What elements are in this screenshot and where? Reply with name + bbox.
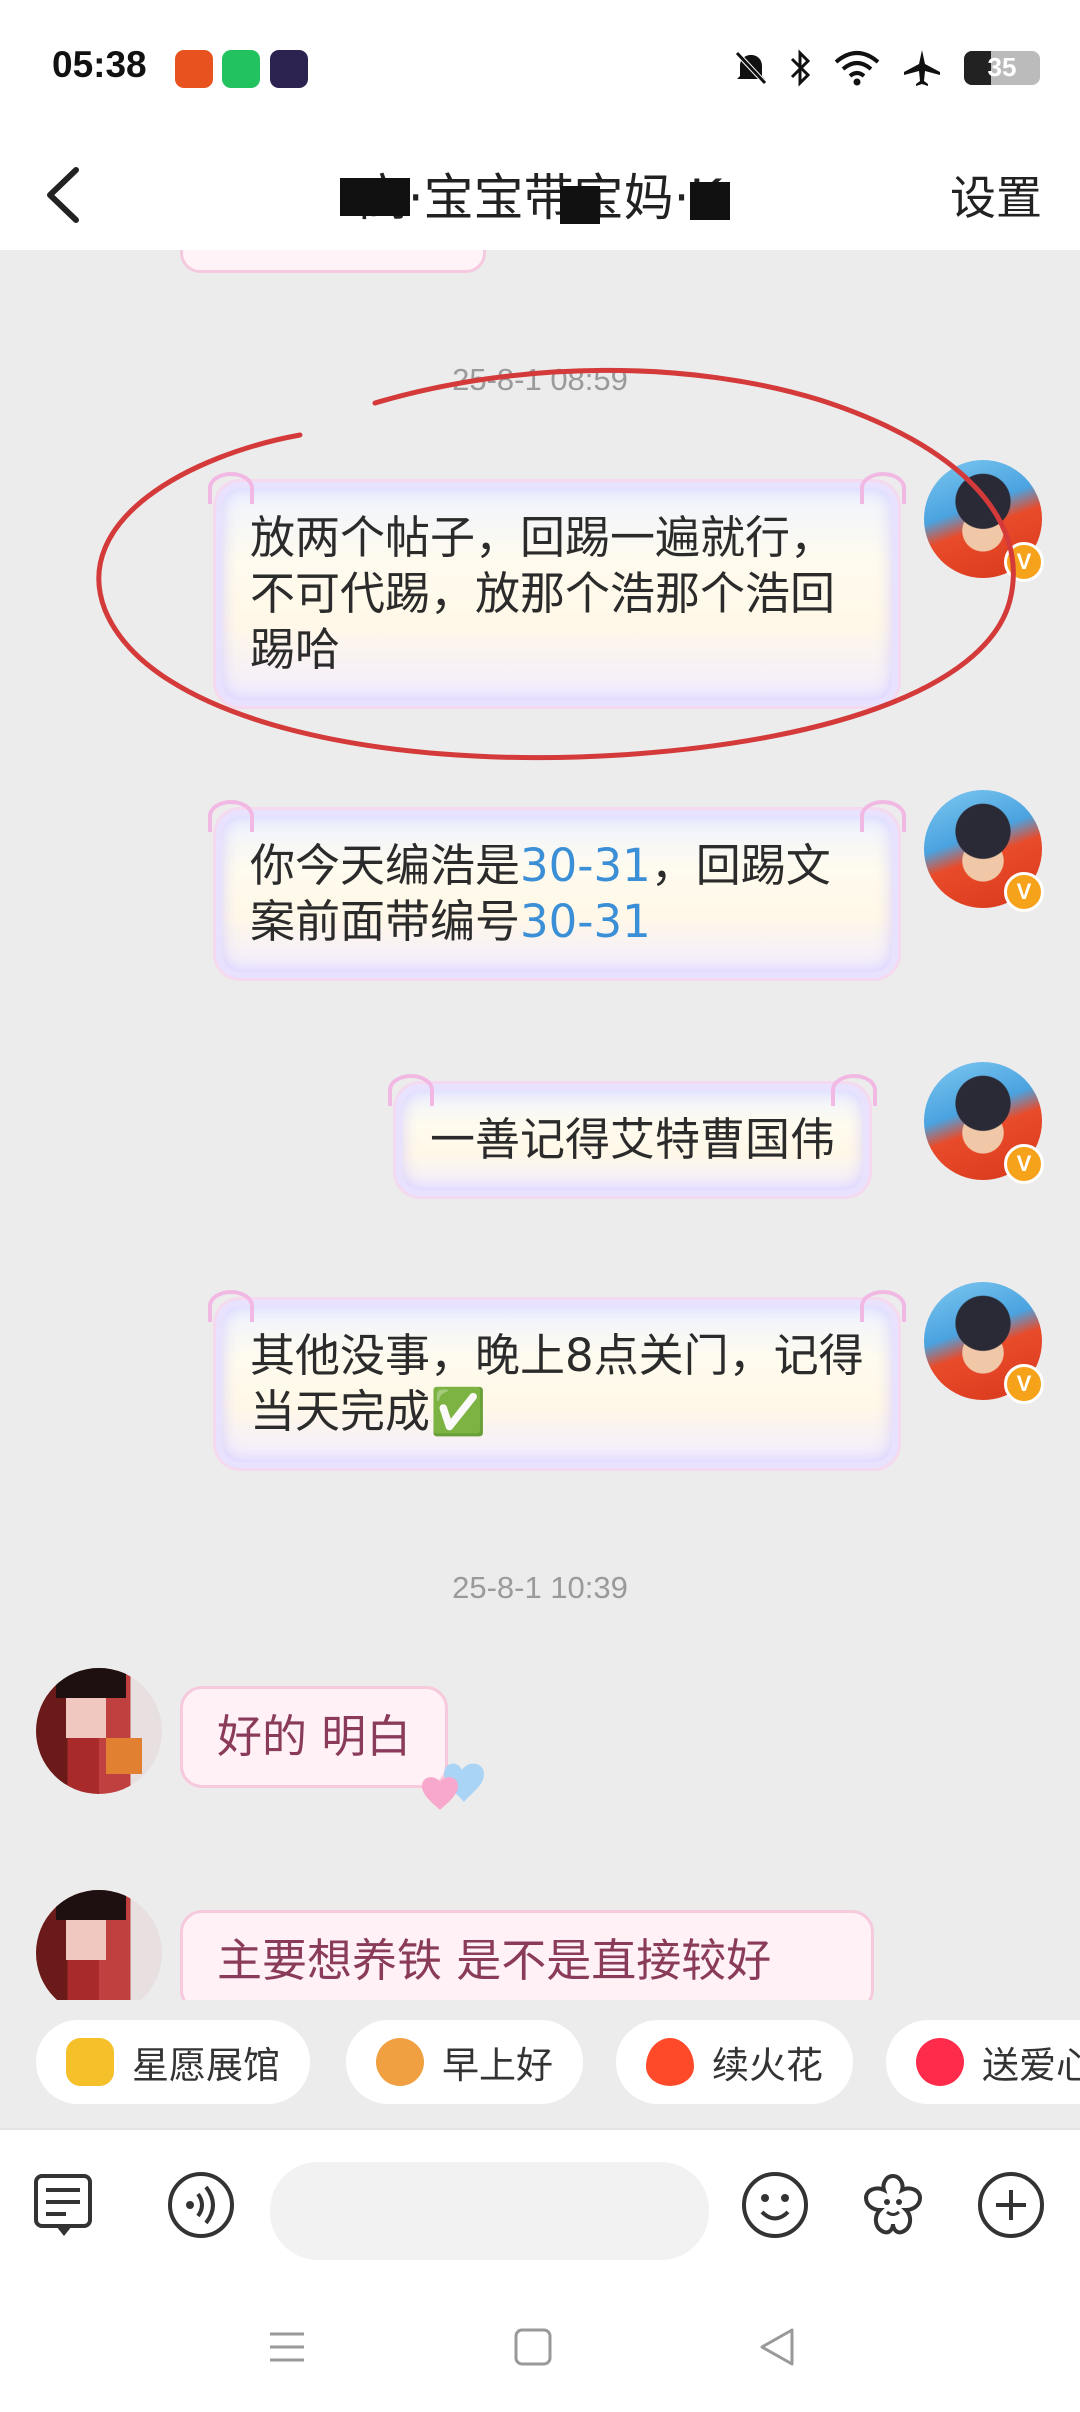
message-text: 放两个帖子，回踢一遍就行，不可代踢，放那个浩那个浩回踢哈 — [250, 511, 836, 676]
chip-label: 星愿展馆 — [132, 2044, 280, 2087]
system-nav-bar — [0, 2282, 1080, 2412]
wifi-icon — [834, 51, 880, 86]
document-icon[interactable] — [30, 2170, 100, 2240]
quick-reply-chip[interactable]: 星愿展馆 — [36, 2020, 310, 2104]
avatar[interactable] — [36, 1668, 162, 1794]
input-bar — [0, 2128, 1080, 2284]
message-text: 一善记得艾特曹国伟 — [430, 1113, 836, 1166]
emoji-icon[interactable] — [740, 2170, 810, 2240]
chevron-left-icon[interactable] — [36, 162, 96, 228]
hearts-sticker-icon — [422, 1763, 484, 1810]
status-bar: 05:38 35 — [0, 0, 1080, 140]
message-bubble-outgoing[interactable]: 放两个帖子，回踢一遍就行，不可代踢，放那个浩那个浩回踢哈 — [208, 472, 906, 706]
calendar-app-icon — [270, 50, 308, 88]
message-text: 好的 明白 — [217, 1710, 412, 1763]
title-redaction — [340, 178, 410, 216]
message-text: 其他没事，晚上8点关门，记得当天完成✅ — [250, 1329, 864, 1438]
previous-bubble-fragment — [180, 250, 486, 273]
bluetooth-icon — [790, 49, 811, 87]
quick-reply-chip[interactable]: 续火花 — [616, 2020, 853, 2104]
message-bubble-outgoing[interactable]: 一善记得艾特曹国伟 — [387, 1074, 878, 1196]
chip-label: 送爱心 — [982, 2044, 1080, 2087]
verified-badge-icon: V — [1004, 1364, 1044, 1404]
message-bubble-incoming[interactable]: 好的 明白 — [180, 1686, 449, 1788]
verified-badge-icon: V — [1004, 872, 1044, 912]
quick-reply-chip[interactable]: 早上好 — [346, 2020, 583, 2104]
avatar[interactable] — [36, 1890, 162, 2000]
settings-button[interactable]: 设置 — [950, 162, 1042, 228]
verified-badge-icon: V — [1004, 1144, 1044, 1184]
battery-level: 35 — [987, 52, 1017, 82]
timestamp: 25-8-1 08:59 — [452, 362, 628, 397]
plus-icon[interactable] — [976, 2170, 1046, 2240]
pumpkin-app-icon — [175, 50, 213, 88]
message-text: 你今天编浩是30-31，回踢文案前面带编号30-31 — [250, 839, 831, 948]
title-redaction — [560, 186, 600, 224]
monkey-face-icon — [376, 2038, 424, 2086]
back-triangle-icon[interactable] — [752, 2322, 802, 2372]
chip-label: 早上好 — [442, 2044, 553, 2087]
mute-bell-icon — [735, 51, 767, 85]
heart-icon — [916, 2038, 964, 2086]
wechat-pay-app-icon — [222, 50, 260, 88]
message-bubble-outgoing[interactable]: 其他没事，晚上8点关门，记得当天完成✅ — [208, 1290, 906, 1468]
chip-label: 续火花 — [712, 2044, 823, 2087]
fire-icon — [646, 2038, 694, 2086]
flower-sticker-icon[interactable] — [858, 2170, 928, 2240]
message-bubble-incoming[interactable]: 主要想养铁 是不是直接较好 — [180, 1910, 874, 2000]
title-redaction — [690, 182, 730, 220]
chat-message-list[interactable]: 25-8-1 08:59 放两个帖子，回踢一遍就行，不可代踢，放那个浩那个浩回踢… — [0, 250, 1080, 2000]
chat-header: 高·宝宝带宝妈·K 设置 — [0, 140, 1080, 250]
quick-reply-bar: 星愿展馆 早上好 续火花 送爱心 — [0, 2010, 1080, 2122]
timestamp: 25-8-1 10:39 — [452, 1570, 628, 1605]
airplane-mode-icon — [904, 50, 940, 86]
quick-reply-chip[interactable]: 送爱心 — [886, 2020, 1080, 2104]
status-time: 05:38 — [52, 44, 147, 85]
battery-icon: 35 — [964, 51, 1040, 85]
voice-icon[interactable] — [166, 2170, 236, 2240]
verified-badge-icon: V — [1004, 542, 1044, 582]
menu-icon[interactable] — [262, 2322, 312, 2372]
message-bubble-outgoing[interactable]: 你今天编浩是30-31，回踢文案前面带编号30-31 — [208, 800, 906, 978]
message-text: 主要想养铁 是不是直接较好 — [217, 1934, 772, 1987]
star-icon — [66, 2038, 114, 2086]
home-square-icon[interactable] — [508, 2322, 558, 2372]
message-input[interactable] — [270, 2162, 709, 2260]
